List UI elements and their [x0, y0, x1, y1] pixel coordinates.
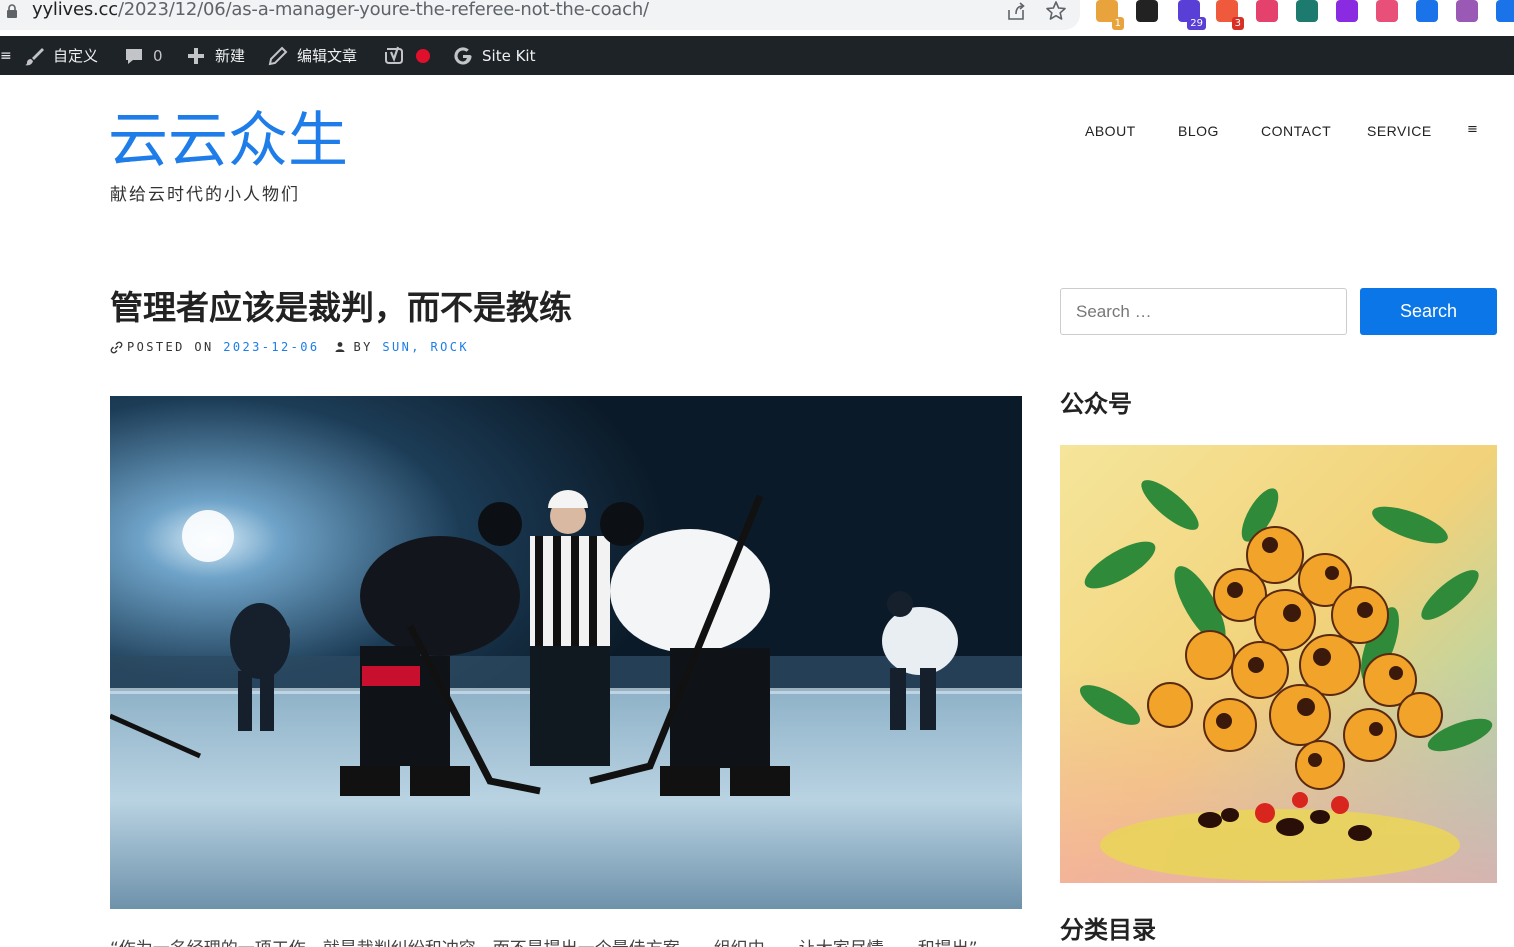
- graduation-cap-extension-icon[interactable]: 29: [1178, 0, 1206, 30]
- hamburger-menu-icon[interactable]: ≡: [1467, 122, 1478, 137]
- plus-icon: [188, 47, 204, 64]
- comments-link[interactable]: 0: [124, 36, 163, 75]
- purple-circle-extension-icon[interactable]: [1336, 0, 1358, 22]
- categories-widget-title: 分类目录: [1060, 916, 1156, 944]
- translate-extension-icon[interactable]: [1256, 0, 1278, 22]
- pencil-icon: [268, 46, 288, 65]
- posted-on-label: POSTED ON: [127, 340, 214, 354]
- bookmark-star-icon[interactable]: [1044, 0, 1068, 22]
- admin-menu-edge[interactable]: ≡: [0, 36, 12, 75]
- paintbrush-icon: [25, 47, 44, 65]
- site-title[interactable]: 云云众生: [108, 106, 348, 176]
- comments-count: 0: [153, 46, 163, 65]
- url-path: /2023/12/06/as-a-manager-youre-the-refer…: [117, 0, 649, 20]
- wechat-widget-title: 公众号: [1060, 390, 1132, 418]
- author-icon: [335, 342, 344, 352]
- post-title: 管理者应该是裁判，而不是教练: [110, 288, 572, 327]
- wp-admin-bar: ≡ 自定义 0 新建 编辑文章 Site Kit: [0, 36, 1514, 75]
- search-button[interactable]: Search: [1360, 288, 1497, 335]
- baidu-paw-extension-icon[interactable]: [1376, 0, 1398, 22]
- tree-extension-icon[interactable]: [1296, 0, 1318, 22]
- google-g-icon: [454, 46, 472, 65]
- nav-about[interactable]: ABOUT: [1085, 123, 1136, 139]
- yoast-icon: [385, 46, 403, 64]
- url-text[interactable]: yylives.cc/2023/12/06/as-a-manager-youre…: [32, 0, 649, 20]
- site-kit-menu[interactable]: Site Kit: [453, 36, 535, 75]
- new-label: 新建: [215, 47, 246, 65]
- share-icon[interactable]: [1004, 0, 1028, 22]
- post-featured-image: [110, 396, 1022, 909]
- post-meta: POSTED ON 2023-12-06 BY SUN, ROCK: [110, 340, 469, 354]
- edit-post-link[interactable]: 编辑文章: [268, 36, 357, 75]
- url-host: yylives.cc: [32, 0, 118, 20]
- post-date-link[interactable]: 2023-12-06: [223, 340, 319, 354]
- new-content-link[interactable]: 新建: [186, 36, 245, 75]
- nav-contact[interactable]: CONTACT: [1261, 123, 1331, 139]
- search-input[interactable]: [1060, 288, 1347, 335]
- post-author-link[interactable]: SUN, ROCK: [382, 340, 469, 354]
- wechat-qr-image: [1060, 445, 1497, 883]
- seo-status-dot: [416, 48, 430, 63]
- link-icon: [110, 341, 123, 353]
- comment-bubble-icon: [126, 48, 142, 64]
- browser-toolbar: yylives.cc/2023/12/06/as-a-manager-youre…: [0, 0, 1514, 32]
- extension-badge: 1: [1111, 17, 1124, 30]
- nav-blog[interactable]: BLOG: [1178, 123, 1219, 139]
- post-body-first-line: “作为一名经理的一项工作，就是裁判纠纷和冲突，而不是提出一个最佳方案……组织中……: [110, 934, 978, 947]
- customize-label: 自定义: [53, 47, 99, 65]
- yoast-seo-menu[interactable]: [384, 36, 430, 75]
- site-description: 献给云时代的小人物们: [110, 185, 300, 205]
- openai-extension-icon[interactable]: [1456, 0, 1478, 22]
- extension-badge: 29: [1187, 17, 1206, 30]
- by-label: BY: [353, 340, 373, 354]
- address-bar[interactable]: yylives.cc/2023/12/06/as-a-manager-youre…: [0, 0, 1080, 30]
- edit-post-label: 编辑文章: [297, 47, 358, 65]
- sync-extension-icon[interactable]: [1496, 0, 1514, 22]
- pilcrow-extension-icon[interactable]: [1416, 0, 1438, 22]
- nav-service[interactable]: SERVICE: [1367, 123, 1432, 139]
- site-kit-label: Site Kit: [482, 46, 536, 65]
- lock-icon: [7, 4, 17, 18]
- notion-extension-icon[interactable]: [1136, 0, 1158, 22]
- bubbles-extension-icon[interactable]: 3: [1216, 0, 1244, 30]
- colorful-circle-extension-icon[interactable]: 1: [1096, 0, 1124, 30]
- customize-link[interactable]: 自定义: [24, 36, 98, 75]
- extension-badge: 3: [1231, 17, 1244, 30]
